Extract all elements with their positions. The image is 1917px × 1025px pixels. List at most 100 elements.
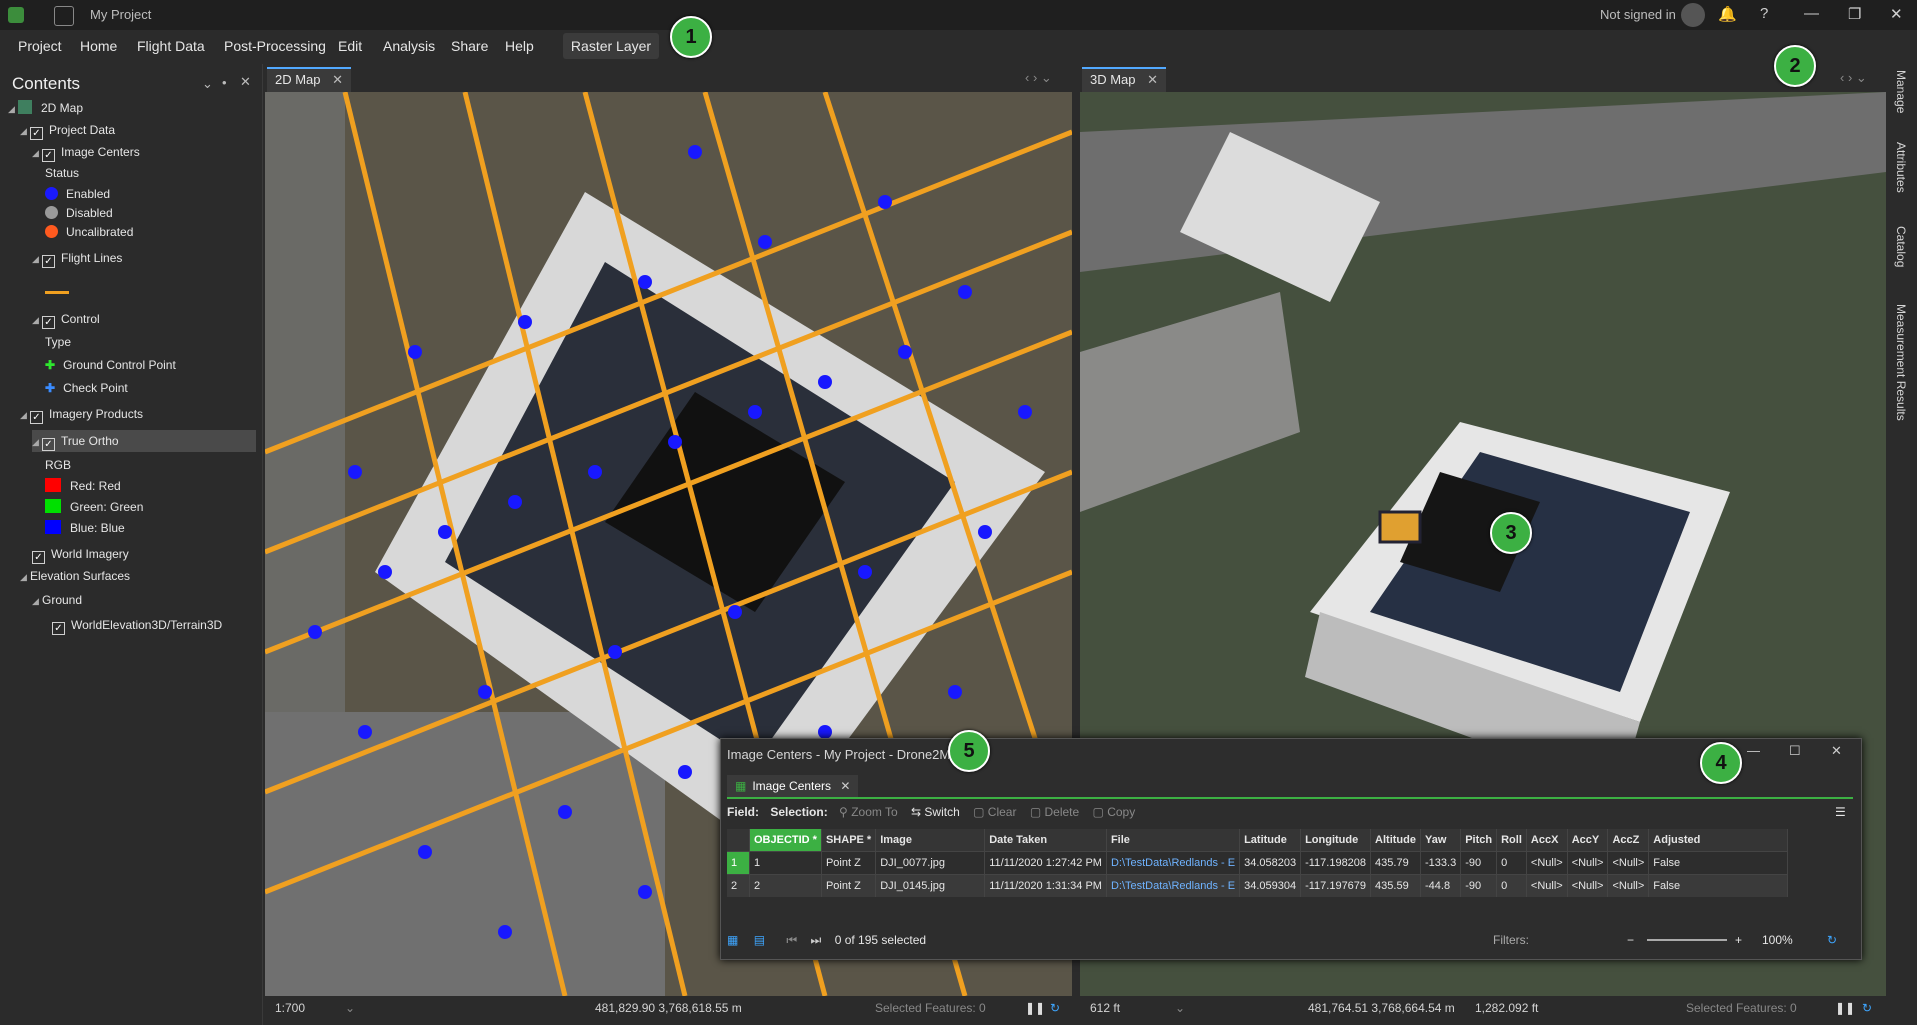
zoom-level[interactable]: 100% [1762,927,1793,953]
pause-icon[interactable]: ❚❚ [1835,996,1855,1020]
refresh-icon[interactable]: ↻ [1827,927,1837,953]
tree-elevation-surfaces[interactable]: ◢ Elevation Surfaces [20,566,130,586]
menu-icon[interactable]: ☰ [1835,801,1846,823]
tab-image-centers[interactable]: ▦ Image Centers ✕ [727,775,859,797]
tree-project-data[interactable]: ◢ ✓ Project Data [20,120,115,140]
close-icon[interactable]: ✕ [1831,743,1842,759]
dock-tab-catalog[interactable]: Catalog [1894,226,1908,267]
pause-icon[interactable]: ❚❚ [1025,996,1045,1020]
zoom-out-icon[interactable]: − [1627,927,1634,953]
table-row[interactable]: 2 2 Point Z DJI_0145.jpg 11/11/2020 1:31… [727,874,1789,897]
close-icon[interactable]: ✕ [1890,5,1903,23]
dock-tab-attributes[interactable]: Attributes [1894,142,1908,193]
window-title: My Project [90,7,152,22]
col-latitude[interactable]: Latitude [1239,829,1302,852]
col-accx[interactable]: AccX [1526,829,1568,852]
col-date-taken[interactable]: Date Taken [984,829,1107,852]
switch-button[interactable]: ⇆ Switch [911,805,960,819]
tree-true-ortho[interactable]: ◢ ✓ True Ortho [32,431,119,451]
delete-button[interactable]: ▢ Delete [1030,805,1079,819]
callout-2: 2 [1774,45,1816,87]
close-tab-icon[interactable]: ✕ [840,779,850,793]
dock-tab-manage[interactable]: Manage [1894,70,1908,113]
tree-map[interactable]: ◢ 2D Map [8,98,83,118]
tree-terrain[interactable]: ✓ WorldElevation3D/Terrain3D [52,615,222,635]
show-all-records-icon[interactable]: ▦ [727,933,738,947]
magnify-icon: ⚲ [839,805,848,819]
chevron-down-icon[interactable]: ⌄ [345,996,355,1020]
tree-imagery-products[interactable]: ◢ ✓ Imagery Products [20,404,143,424]
notifications-icon[interactable]: 🔔 [1718,5,1737,23]
tab-raster-layer[interactable]: Raster Layer [563,33,659,59]
chevron-down-icon[interactable]: ⌄ [1175,996,1185,1020]
pin-icon[interactable]: • [222,75,227,90]
refresh-icon[interactable]: ↻ [1862,996,1872,1020]
col-adjusted[interactable]: Adjusted [1648,829,1789,852]
minimize-icon[interactable]: — [1804,5,1819,22]
tab-3d-map[interactable]: 3D Map ✕ [1082,67,1167,93]
attribute-window-title: Image Centers - My Project - Drone2Map [727,747,965,762]
restore-icon[interactable]: ❐ [1848,5,1861,23]
clear-button[interactable]: ▢ Clear [973,805,1016,819]
chevron-down-icon[interactable]: ⌄ [202,76,213,92]
zoom-to-button[interactable]: ⚲ Zoom To [839,805,898,819]
minimize-icon[interactable]: — [1747,743,1760,758]
clear-icon: ▢ [973,805,985,819]
quick-access-icon[interactable] [54,6,74,26]
legend-red: Red: Red [45,476,121,496]
tree-image-centers[interactable]: ◢ ✓ Image Centers [32,142,140,162]
menu-home[interactable]: Home [80,38,117,54]
tree-ground[interactable]: ◢ Ground [32,590,82,610]
zoom-slider[interactable] [1647,939,1727,941]
table-row[interactable]: 1 1 Point Z DJI_0077.jpg 11/11/2020 1:27… [727,851,1789,875]
menu-flight-data[interactable]: Flight Data [137,38,205,54]
tree-control[interactable]: ◢ ✓ Control [32,309,100,329]
col-longitude[interactable]: Longitude [1300,829,1372,852]
menu-edit[interactable]: Edit [338,38,362,54]
tab-scroll-icons[interactable]: ‹ › ⌄ [1840,70,1867,86]
col-altitude[interactable]: Altitude [1370,829,1421,852]
last-record-icon[interactable]: ⏭ [811,933,822,947]
legend-type-heading: Type [45,335,72,349]
zoom-in-icon[interactable]: + [1735,927,1742,953]
menu-analysis[interactable]: Analysis [383,38,435,54]
col-yaw[interactable]: Yaw [1420,829,1462,852]
attribute-toolbar: Field: Selection: ⚲ Zoom To ⇆ Switch ▢ C… [727,801,1853,823]
col-roll[interactable]: Roll [1496,829,1527,852]
close-tab-icon[interactable]: ✕ [332,72,343,87]
help-icon[interactable]: ? [1760,5,1768,22]
copy-button[interactable]: ▢ Copy [1093,805,1136,819]
menu-post-processing[interactable]: Post-Processing [224,38,326,54]
col-accz[interactable]: AccZ [1607,829,1650,852]
tree-flight-lines[interactable]: ◢ ✓ Flight Lines [32,248,122,268]
tree-label: Image Centers [61,145,140,159]
selected-count: 0 of 195 selected [834,933,927,947]
col-pitch[interactable]: Pitch [1460,829,1498,852]
avatar[interactable] [1681,3,1705,27]
maximize-icon[interactable]: ☐ [1789,743,1801,759]
map3d-statusbar: 612 ft ⌄ 481,764.51 3,768,664.54 m 1,282… [1080,996,1886,1020]
show-selected-records-icon[interactable]: ▤ [754,933,765,947]
menu-project[interactable]: Project [18,38,62,54]
first-record-icon[interactable]: ⏮ [786,933,797,947]
selected-features-count: Selected Features: 0 [875,1001,986,1015]
menu-help[interactable]: Help [505,38,534,54]
close-tab-icon[interactable]: ✕ [1147,72,1158,87]
col-accy[interactable]: AccY [1567,829,1609,852]
tab-2d-map[interactable]: 2D Map ✕ [267,67,352,93]
scale-selector[interactable]: 1:700 [275,996,305,1020]
scale-selector[interactable]: 612 ft [1090,996,1120,1020]
col-file[interactable]: File [1106,829,1241,852]
col-objectid[interactable]: OBJECTID * [749,829,822,852]
sign-in-status[interactable]: Not signed in [1600,7,1676,22]
filters-label: Filters: [1493,933,1529,947]
refresh-icon[interactable]: ↻ [1050,996,1060,1020]
col-image[interactable]: Image [875,829,986,852]
legend-status-heading: Status [45,166,80,180]
col-shape[interactable]: SHAPE * [821,829,877,852]
tree-world-imagery[interactable]: ✓ World Imagery [32,544,129,564]
close-pane-icon[interactable]: ✕ [240,74,251,90]
menu-share[interactable]: Share [451,38,488,54]
dock-tab-measurement-results[interactable]: Measurement Results [1894,304,1908,421]
tab-scroll-icons[interactable]: ‹ › ⌄ [1025,70,1052,86]
